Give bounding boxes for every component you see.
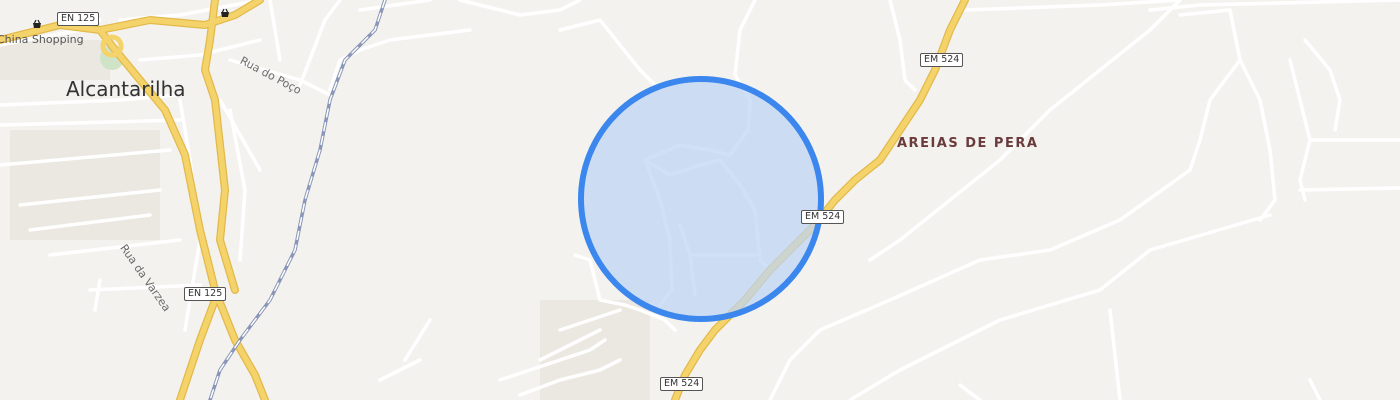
location-accuracy-circle	[578, 76, 824, 322]
road-shield-em524: EM 524	[920, 53, 964, 67]
road-shield-en125: EN 125	[184, 287, 227, 301]
road-shield-em524: EM 524	[801, 210, 845, 224]
map-view[interactable]: China Shopping Alcantarilha AREIAS DE PE…	[0, 0, 1400, 400]
basket-icon[interactable]	[221, 8, 229, 17]
china-shopping-label[interactable]: China Shopping	[0, 33, 84, 46]
map-canvas	[0, 0, 1400, 400]
road-shield-em524: EM 524	[660, 377, 704, 391]
town-label: Alcantarilha	[66, 77, 186, 101]
locality-label: AREIAS DE PERA	[897, 136, 1039, 151]
road-shield-en125: EN 125	[57, 12, 100, 26]
basket-icon[interactable]	[33, 19, 41, 28]
